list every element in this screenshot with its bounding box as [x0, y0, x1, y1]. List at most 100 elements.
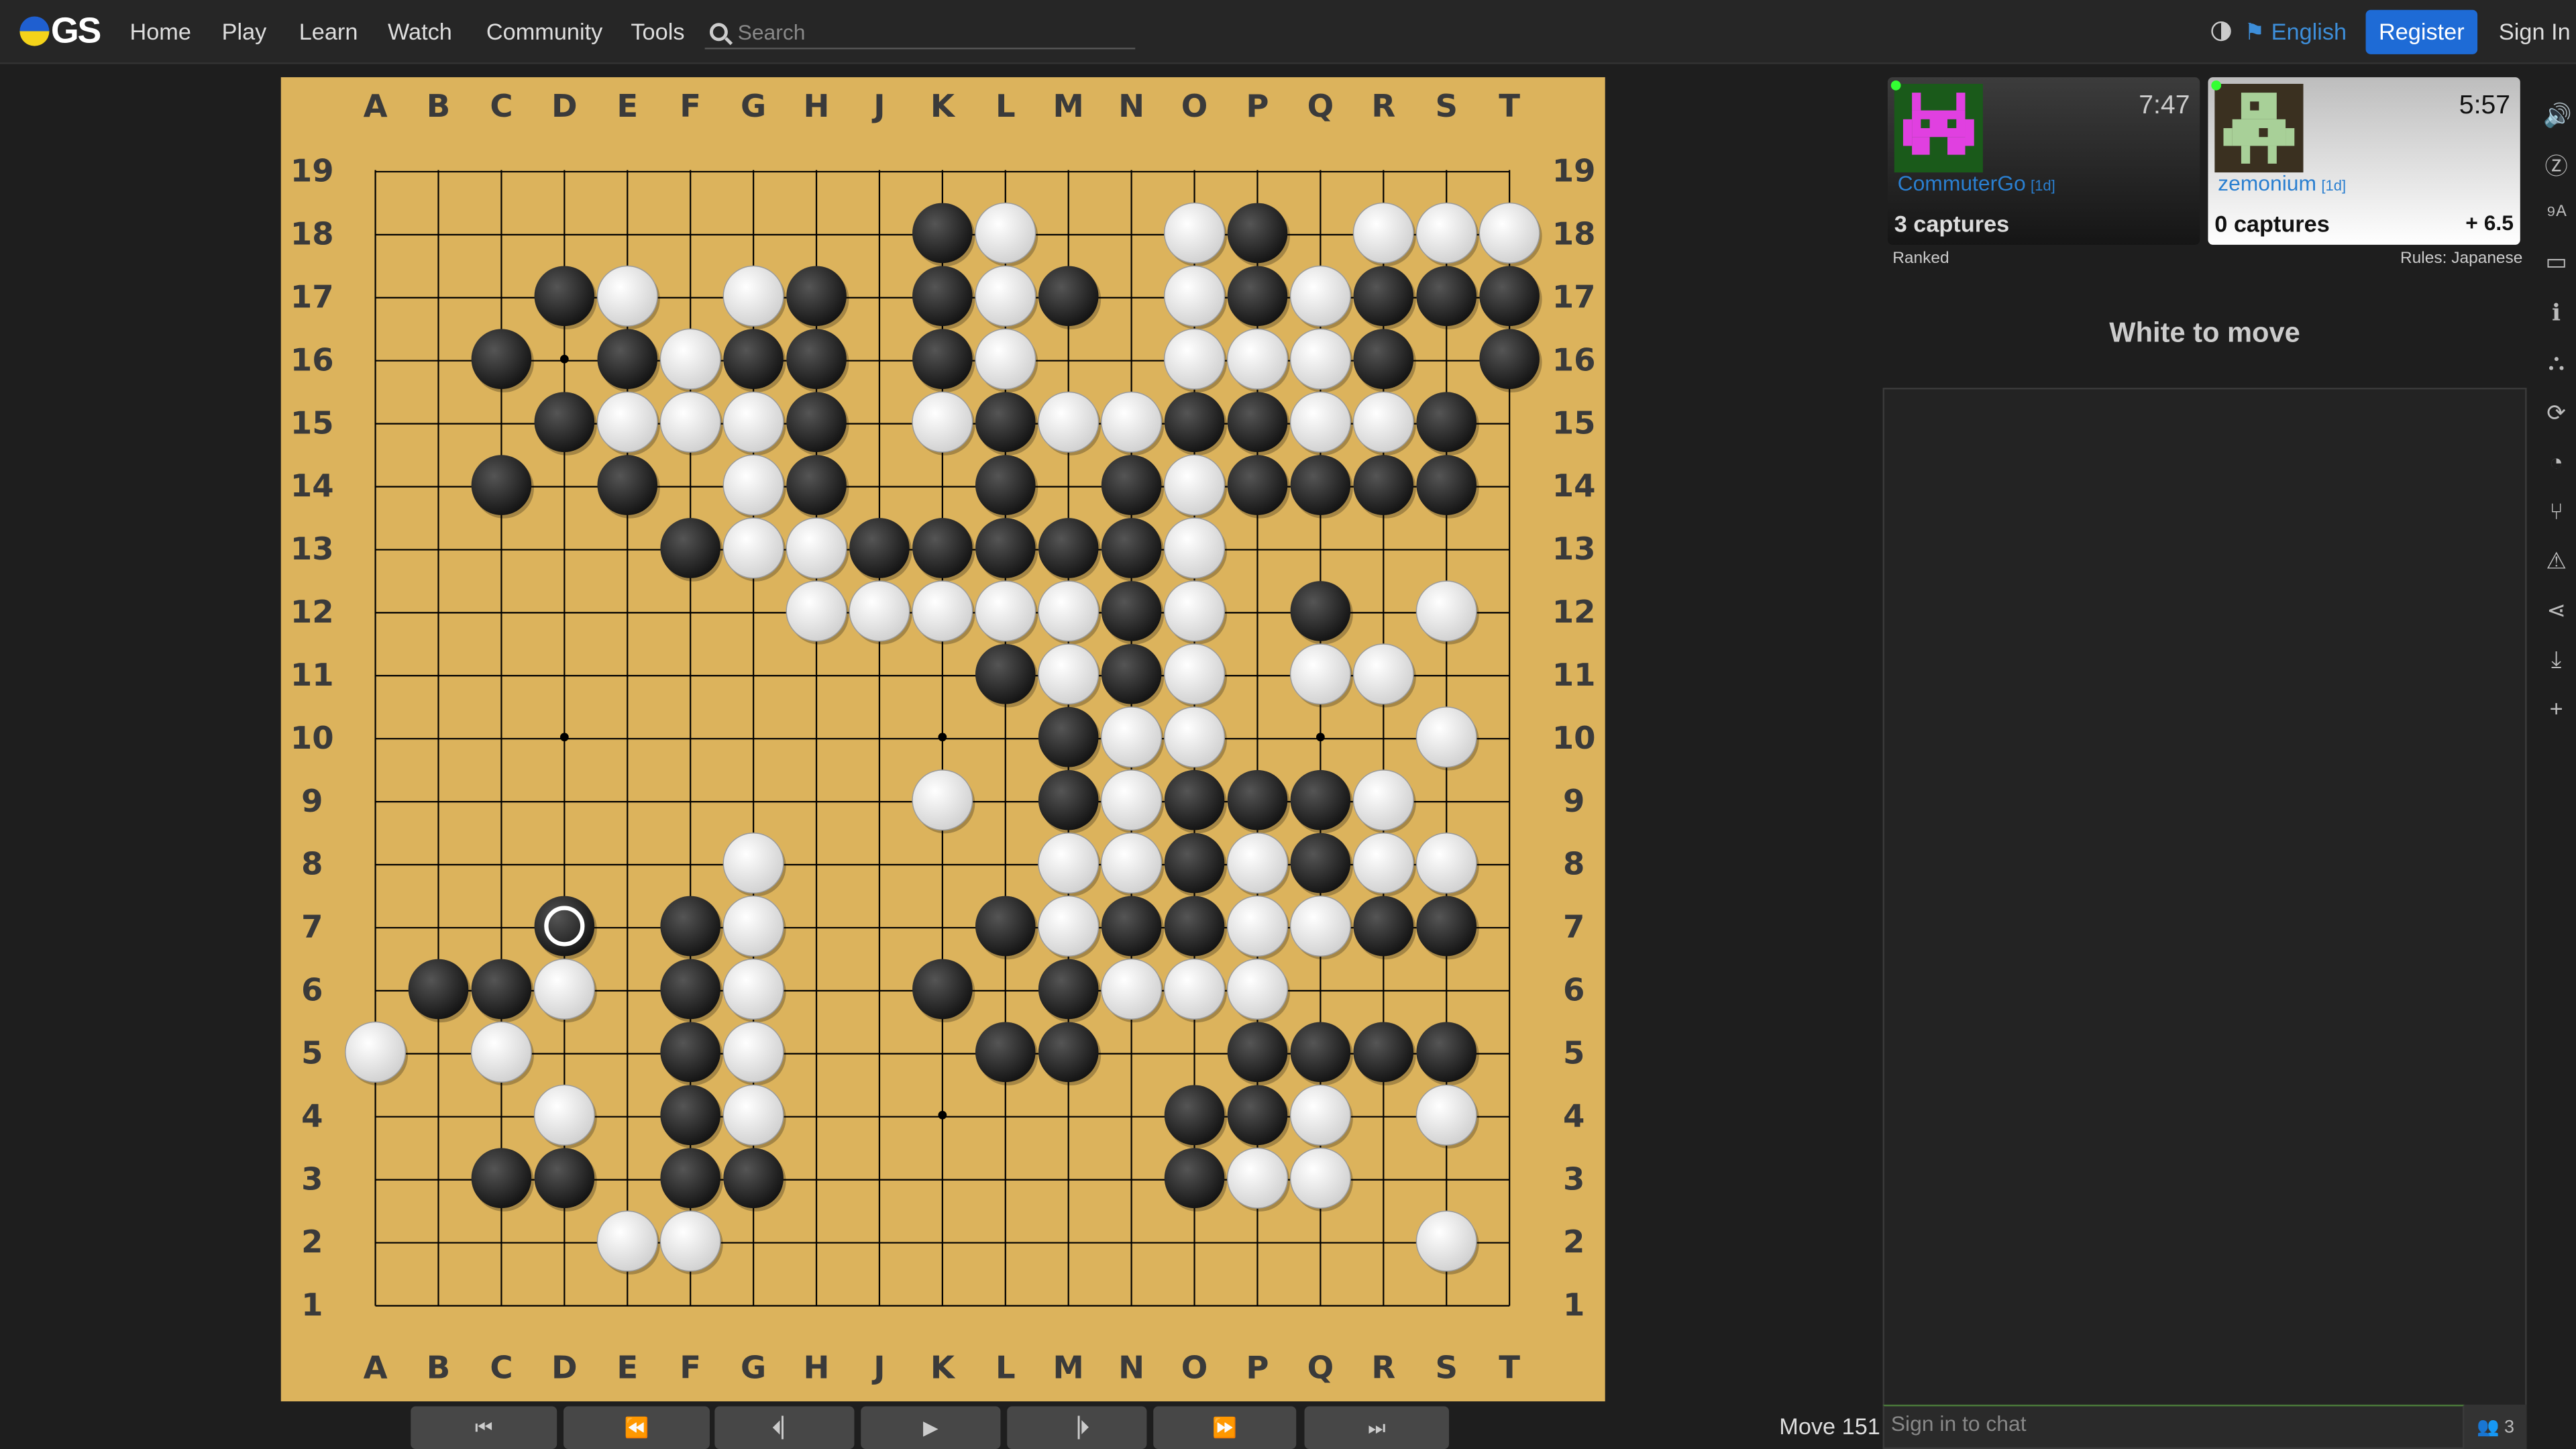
- black-stone[interactable]: [660, 1148, 721, 1208]
- register-button[interactable]: Register: [2365, 9, 2478, 54]
- black-stone[interactable]: [597, 455, 658, 515]
- black-stone[interactable]: [660, 896, 721, 957]
- black-stone[interactable]: [912, 203, 973, 264]
- white-stone[interactable]: [722, 1084, 784, 1146]
- white-stone[interactable]: [1163, 454, 1226, 516]
- search-input[interactable]: Search: [704, 15, 1136, 50]
- white-stone[interactable]: [1101, 958, 1163, 1020]
- white-stone[interactable]: [596, 391, 658, 453]
- black-stone[interactable]: [1227, 266, 1288, 327]
- black-stone[interactable]: [1101, 455, 1162, 515]
- white-stone[interactable]: [1226, 1147, 1289, 1209]
- white-stone[interactable]: [1163, 202, 1226, 264]
- white-stone[interactable]: [786, 517, 847, 579]
- black-stone[interactable]: [1353, 896, 1414, 957]
- black-stone[interactable]: [912, 266, 973, 327]
- black-stone[interactable]: [1290, 455, 1351, 515]
- white-stone[interactable]: [722, 517, 784, 579]
- white-stone[interactable]: [1289, 643, 1351, 705]
- white-stone[interactable]: [1226, 833, 1289, 894]
- white-stone[interactable]: [1289, 895, 1351, 957]
- black-stone[interactable]: [534, 392, 595, 452]
- white-stone[interactable]: [722, 454, 784, 516]
- black-stone[interactable]: [1101, 896, 1162, 957]
- white-stone[interactable]: [1289, 1147, 1351, 1209]
- black-stone[interactable]: [1416, 266, 1477, 327]
- black-stone[interactable]: [471, 329, 532, 390]
- white-player-name[interactable]: zemonium [1d]: [2218, 171, 2346, 196]
- white-stone[interactable]: [1289, 391, 1351, 453]
- white-stone[interactable]: [1101, 769, 1163, 831]
- white-stone[interactable]: [722, 1021, 784, 1083]
- speaker-icon[interactable]: 🔊: [2543, 102, 2572, 128]
- black-stone[interactable]: [1227, 203, 1288, 264]
- white-stone[interactable]: [1163, 265, 1226, 327]
- sign-in-link[interactable]: Sign In: [2499, 18, 2571, 44]
- white-stone[interactable]: [1163, 517, 1226, 579]
- white-stone[interactable]: [1415, 1084, 1477, 1146]
- white-stone[interactable]: [912, 580, 973, 642]
- previous-move-button[interactable]: ⏴▏: [714, 1406, 855, 1449]
- warning-icon[interactable]: ⚠: [2543, 547, 2569, 574]
- black-stone[interactable]: [1227, 769, 1288, 830]
- forward-ten-button[interactable]: ⏩: [1153, 1406, 1297, 1449]
- black-stone[interactable]: [786, 392, 847, 452]
- black-stone[interactable]: [534, 896, 595, 957]
- black-stone[interactable]: [1038, 959, 1099, 1020]
- white-stone[interactable]: [1415, 833, 1477, 894]
- white-stone[interactable]: [533, 1084, 595, 1146]
- black-stone[interactable]: [1479, 266, 1540, 327]
- white-stone[interactable]: [659, 1210, 721, 1272]
- black-stone[interactable]: [534, 266, 595, 327]
- black-stone[interactable]: [1164, 1148, 1225, 1208]
- white-stone[interactable]: [1352, 833, 1414, 894]
- white-stone[interactable]: [1479, 202, 1540, 264]
- black-stone[interactable]: [1101, 518, 1162, 578]
- zen-mode-icon[interactable]: Ⓩ: [2543, 153, 2569, 179]
- white-stone[interactable]: [1163, 706, 1226, 768]
- last-move-button[interactable]: ⏭: [1304, 1406, 1450, 1449]
- white-stone[interactable]: [1226, 328, 1289, 390]
- back-ten-button[interactable]: ⏪: [564, 1406, 710, 1449]
- info-icon[interactable]: ℹ: [2543, 299, 2569, 325]
- black-stone[interactable]: [1416, 1022, 1477, 1083]
- black-stone[interactable]: [1227, 455, 1288, 515]
- black-stone[interactable]: [786, 455, 847, 515]
- black-stone[interactable]: [1353, 1022, 1414, 1083]
- black-stone[interactable]: [849, 518, 910, 578]
- black-stone[interactable]: [1164, 392, 1225, 452]
- black-stone[interactable]: [1038, 706, 1099, 767]
- first-move-button[interactable]: ⏮: [411, 1406, 557, 1449]
- white-stone[interactable]: [912, 769, 973, 831]
- black-stone[interactable]: [1227, 1085, 1288, 1146]
- black-stone[interactable]: [912, 518, 973, 578]
- white-stone[interactable]: [975, 580, 1036, 642]
- white-stone[interactable]: [786, 580, 847, 642]
- black-stone[interactable]: [1038, 769, 1099, 830]
- nav-tools[interactable]: Tools: [631, 18, 684, 44]
- black-stone[interactable]: [1038, 1022, 1099, 1083]
- white-stone[interactable]: [1163, 328, 1226, 390]
- black-stone[interactable]: [1416, 896, 1477, 957]
- nav-learn[interactable]: Learn: [299, 18, 358, 44]
- coordinates-icon[interactable]: ⁹ᴬ: [2543, 201, 2569, 227]
- white-player-avatar[interactable]: [2214, 83, 2304, 173]
- ogs-logo[interactable]: GS: [19, 10, 101, 53]
- white-stone[interactable]: [1352, 202, 1414, 264]
- white-stone[interactable]: [345, 1021, 407, 1083]
- white-stone[interactable]: [849, 580, 910, 642]
- black-stone[interactable]: [723, 1148, 784, 1208]
- plus-icon[interactable]: +: [2543, 695, 2569, 721]
- black-stone[interactable]: [975, 392, 1036, 452]
- black-stone[interactable]: [975, 1022, 1036, 1083]
- white-stone[interactable]: [975, 265, 1036, 327]
- black-stone[interactable]: [1353, 455, 1414, 515]
- white-stone[interactable]: [1415, 706, 1477, 768]
- white-stone[interactable]: [1289, 265, 1351, 327]
- white-stone[interactable]: [470, 1021, 532, 1083]
- black-stone[interactable]: [975, 518, 1036, 578]
- black-stone[interactable]: [975, 896, 1036, 957]
- white-stone[interactable]: [1038, 643, 1099, 705]
- black-stone[interactable]: [534, 1148, 595, 1208]
- white-stone[interactable]: [1415, 580, 1477, 642]
